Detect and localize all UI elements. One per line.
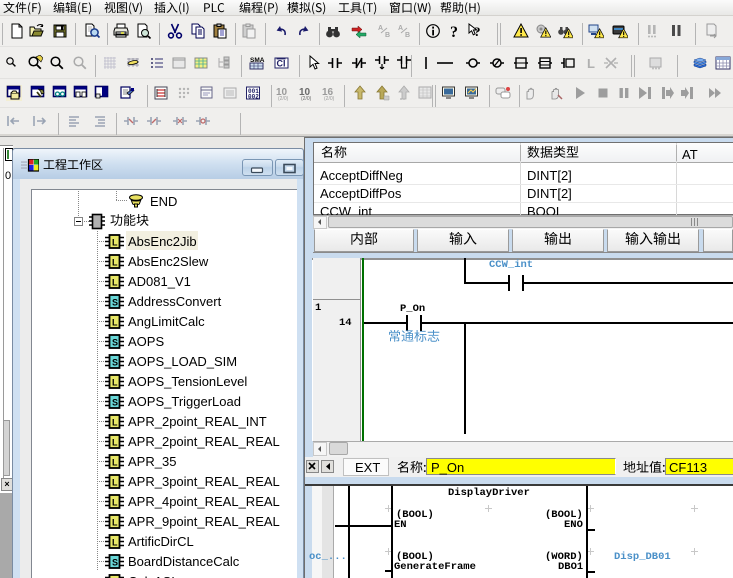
svg-text:002: 002 xyxy=(248,94,259,101)
svg-text:?: ? xyxy=(474,24,481,39)
svg-text:?: ? xyxy=(450,24,458,39)
svg-text:CI: CI xyxy=(277,59,286,69)
svg-text:A: A xyxy=(378,25,383,32)
svg-text:(2/0): (2/0) xyxy=(324,96,335,101)
svg-text:B: B xyxy=(405,32,410,39)
svg-text:(2/0): (2/0) xyxy=(301,96,312,101)
svg-text:(2/0): (2/0) xyxy=(278,96,289,101)
svg-text:L: L xyxy=(587,56,595,71)
svg-text:B: B xyxy=(385,32,390,39)
svg-text:A: A xyxy=(398,25,403,32)
